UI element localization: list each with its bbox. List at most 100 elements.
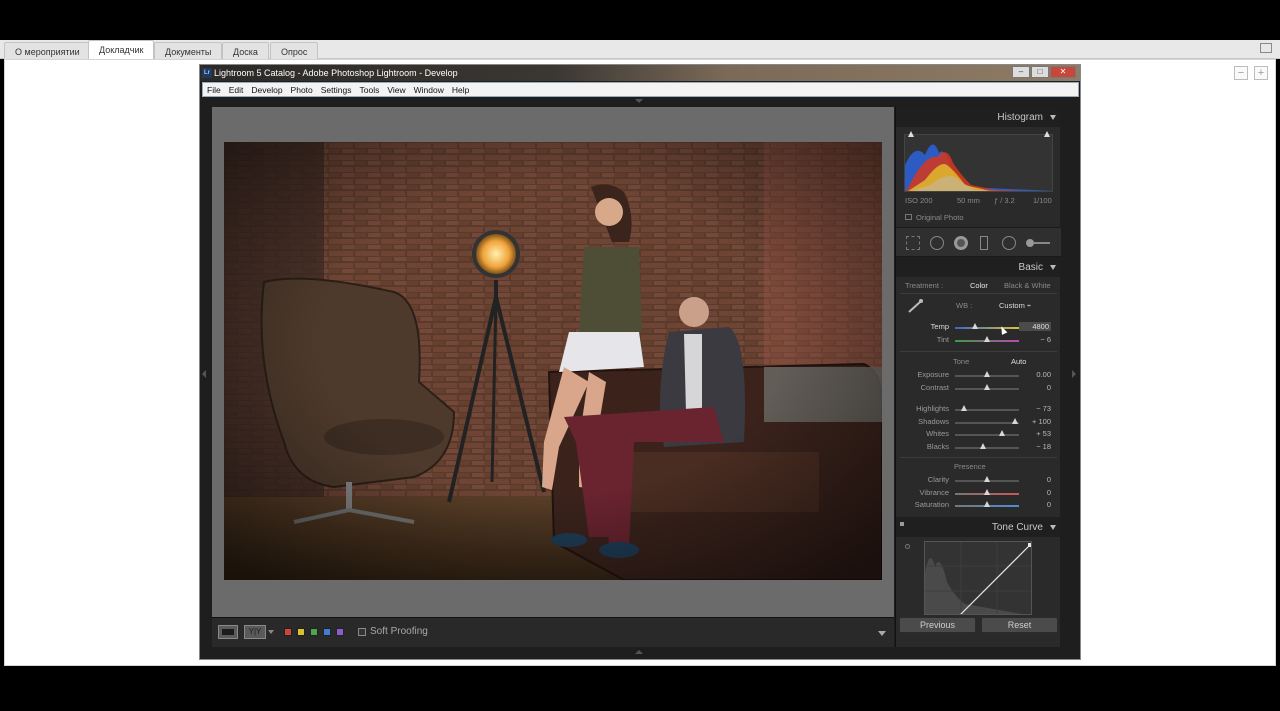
menu-window[interactable]: Window — [410, 83, 448, 97]
develop-right-panel: Histogram ISO 200 50 mm ƒ / 3.2 1/100 Or… — [895, 107, 1061, 647]
shadow-clipping-icon[interactable] — [908, 131, 914, 137]
contrast-slider-knob[interactable] — [984, 384, 990, 390]
tab-documents[interactable]: Документы — [154, 42, 223, 59]
lightroom-window: Lr Lightroom 5 Catalog - Adobe Photoshop… — [199, 64, 1081, 660]
exif-aperture: ƒ / 3.2 — [994, 196, 1015, 205]
vibrance-label: Vibrance — [919, 488, 949, 497]
exposure-slider-knob[interactable] — [984, 371, 990, 377]
tint-slider-knob[interactable] — [984, 336, 990, 342]
spot-removal-icon[interactable] — [930, 236, 944, 250]
tone-curve-header[interactable]: Tone Curve — [896, 517, 1061, 537]
zoom-in-button[interactable]: + — [1254, 66, 1268, 80]
whites-value[interactable]: + 53 — [1019, 429, 1051, 438]
close-button[interactable]: ✕ — [1050, 66, 1076, 78]
auto-tone-button[interactable]: Auto — [1011, 357, 1026, 366]
clarity-slider[interactable] — [955, 476, 1019, 482]
contrast-slider[interactable] — [955, 384, 1019, 390]
left-panel-toggle-icon[interactable] — [202, 370, 206, 378]
restore-window-icon[interactable] — [1260, 43, 1272, 53]
blacks-slider[interactable] — [955, 443, 1019, 449]
blacks-slider-knob[interactable] — [980, 443, 986, 449]
adjustment-brush-icon[interactable] — [1026, 239, 1050, 247]
tint-value[interactable]: − 6 — [1019, 335, 1051, 344]
tab-board[interactable]: Доска — [222, 42, 269, 59]
targeted-adjustment-icon[interactable] — [905, 544, 910, 549]
vibrance-value[interactable]: 0 — [1019, 488, 1051, 497]
highlight-clipping-icon[interactable] — [1044, 131, 1050, 137]
minimize-button[interactable]: – — [1012, 66, 1030, 78]
menu-help[interactable]: Help — [448, 83, 473, 97]
color-label-purple[interactable] — [336, 628, 344, 636]
shadows-slider-knob[interactable] — [1012, 418, 1018, 424]
before-after-view-button[interactable]: Y|Y — [244, 625, 266, 639]
menu-develop[interactable]: Develop — [247, 83, 286, 97]
shadows-slider[interactable] — [955, 418, 1019, 424]
menu-photo[interactable]: Photo — [287, 83, 317, 97]
right-panel-toggle-icon[interactable] — [1072, 370, 1076, 378]
wb-select[interactable]: Custom ÷ — [999, 301, 1031, 310]
soft-proofing-checkbox[interactable] — [358, 628, 366, 636]
soft-proofing-label: Soft Proofing — [370, 626, 428, 637]
temp-label: Temp — [930, 322, 949, 331]
clarity-slider-knob[interactable] — [984, 476, 990, 482]
bottom-panel-toggle-icon[interactable] — [635, 650, 643, 654]
point-curve-icon[interactable] — [900, 522, 904, 526]
top-panel-toggle-icon[interactable] — [635, 99, 643, 103]
clarity-value[interactable]: 0 — [1019, 475, 1051, 484]
menu-view[interactable]: View — [383, 83, 409, 97]
previous-button[interactable]: Previous — [899, 617, 976, 633]
view-dropdown-icon[interactable] — [268, 630, 274, 634]
highlights-slider-knob[interactable] — [961, 405, 967, 411]
whites-slider-knob[interactable] — [999, 430, 1005, 436]
original-photo-checkbox[interactable] — [905, 214, 912, 220]
exposure-label: Exposure — [917, 370, 949, 379]
shadows-value[interactable]: + 100 — [1019, 417, 1051, 426]
radial-filter-icon[interactable] — [1002, 236, 1016, 250]
tab-about-event[interactable]: О мероприятии — [4, 42, 91, 59]
exposure-slider[interactable] — [955, 371, 1019, 377]
tab-speaker[interactable]: Докладчик — [88, 40, 155, 59]
shadows-label: Shadows — [918, 417, 949, 426]
highlights-value[interactable]: − 73 — [1019, 404, 1051, 413]
temp-slider-knob[interactable] — [972, 323, 978, 329]
red-eye-icon[interactable] — [954, 236, 968, 250]
highlights-slider[interactable] — [955, 405, 1019, 411]
menu-tools[interactable]: Tools — [355, 83, 383, 97]
maximize-button[interactable]: □ — [1031, 66, 1049, 78]
photo-preview[interactable] — [224, 142, 882, 580]
menu-edit[interactable]: Edit — [225, 83, 248, 97]
color-label-green[interactable] — [310, 628, 318, 636]
exposure-value[interactable]: 0.00 — [1019, 370, 1051, 379]
color-label-red[interactable] — [284, 628, 292, 636]
whites-slider[interactable] — [955, 430, 1019, 436]
loupe-view-button[interactable] — [218, 625, 238, 639]
histogram-header[interactable]: Histogram — [896, 107, 1061, 127]
image-preview-area — [212, 107, 894, 617]
color-label-blue[interactable] — [323, 628, 331, 636]
white-balance-eyedropper-icon[interactable] — [907, 299, 925, 313]
reset-button[interactable]: Reset — [981, 617, 1058, 633]
tone-curve-graph[interactable] — [924, 541, 1032, 615]
menu-settings[interactable]: Settings — [317, 83, 356, 97]
treatment-color-option[interactable]: Color — [970, 281, 988, 290]
menu-file[interactable]: File — [203, 83, 225, 97]
crop-tool-icon[interactable] — [906, 236, 920, 250]
blacks-value[interactable]: − 18 — [1019, 442, 1051, 451]
temp-value[interactable]: 4800 — [1019, 322, 1051, 331]
temp-slider[interactable] — [955, 323, 1019, 329]
vibrance-slider[interactable] — [955, 489, 1019, 495]
color-label-yellow[interactable] — [297, 628, 305, 636]
zoom-out-button[interactable]: − — [1234, 66, 1248, 80]
tint-slider[interactable] — [955, 336, 1019, 342]
vibrance-slider-knob[interactable] — [984, 489, 990, 495]
basic-header[interactable]: Basic — [896, 257, 1061, 277]
saturation-slider-knob[interactable] — [984, 501, 990, 507]
saturation-slider[interactable] — [955, 501, 1019, 507]
saturation-value[interactable]: 0 — [1019, 500, 1051, 509]
toolbar-options-icon[interactable] — [878, 631, 886, 636]
tab-poll[interactable]: Опрос — [270, 42, 319, 59]
contrast-value[interactable]: 0 — [1019, 383, 1051, 392]
graduated-filter-icon[interactable] — [980, 236, 988, 250]
treatment-bw-option[interactable]: Black & White — [1004, 281, 1051, 290]
treatment-label: Treatment : — [905, 281, 944, 290]
